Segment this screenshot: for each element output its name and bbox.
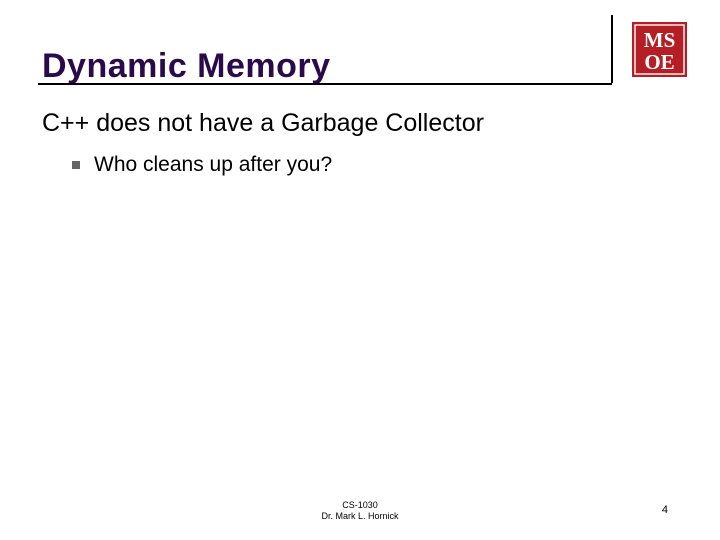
title-underline bbox=[38, 83, 612, 85]
slide: Dynamic Memory MS OE C++ does not have a… bbox=[0, 0, 720, 540]
title-vertical-divider bbox=[611, 15, 613, 83]
msoe-logo: MS OE bbox=[632, 22, 687, 77]
body-content: C++ does not have a Garbage Collector Wh… bbox=[42, 108, 678, 177]
slide-title: Dynamic Memory bbox=[42, 47, 331, 86]
logo-bottom-text: OE bbox=[644, 50, 674, 74]
footer-course: CS-1030 bbox=[0, 500, 720, 511]
logo-top-text: MS bbox=[644, 28, 676, 52]
bullet-row: Who cleans up after you? bbox=[72, 153, 678, 177]
square-bullet-icon bbox=[72, 161, 80, 169]
footer-author: Dr. Mark L. Hornick bbox=[0, 511, 720, 522]
bullet-text: Who cleans up after you? bbox=[94, 153, 332, 177]
footer-center: CS-1030 Dr. Mark L. Hornick bbox=[0, 500, 720, 523]
title-area: Dynamic Memory bbox=[42, 36, 678, 96]
page-number: 4 bbox=[662, 504, 668, 516]
body-heading: C++ does not have a Garbage Collector bbox=[42, 108, 678, 139]
